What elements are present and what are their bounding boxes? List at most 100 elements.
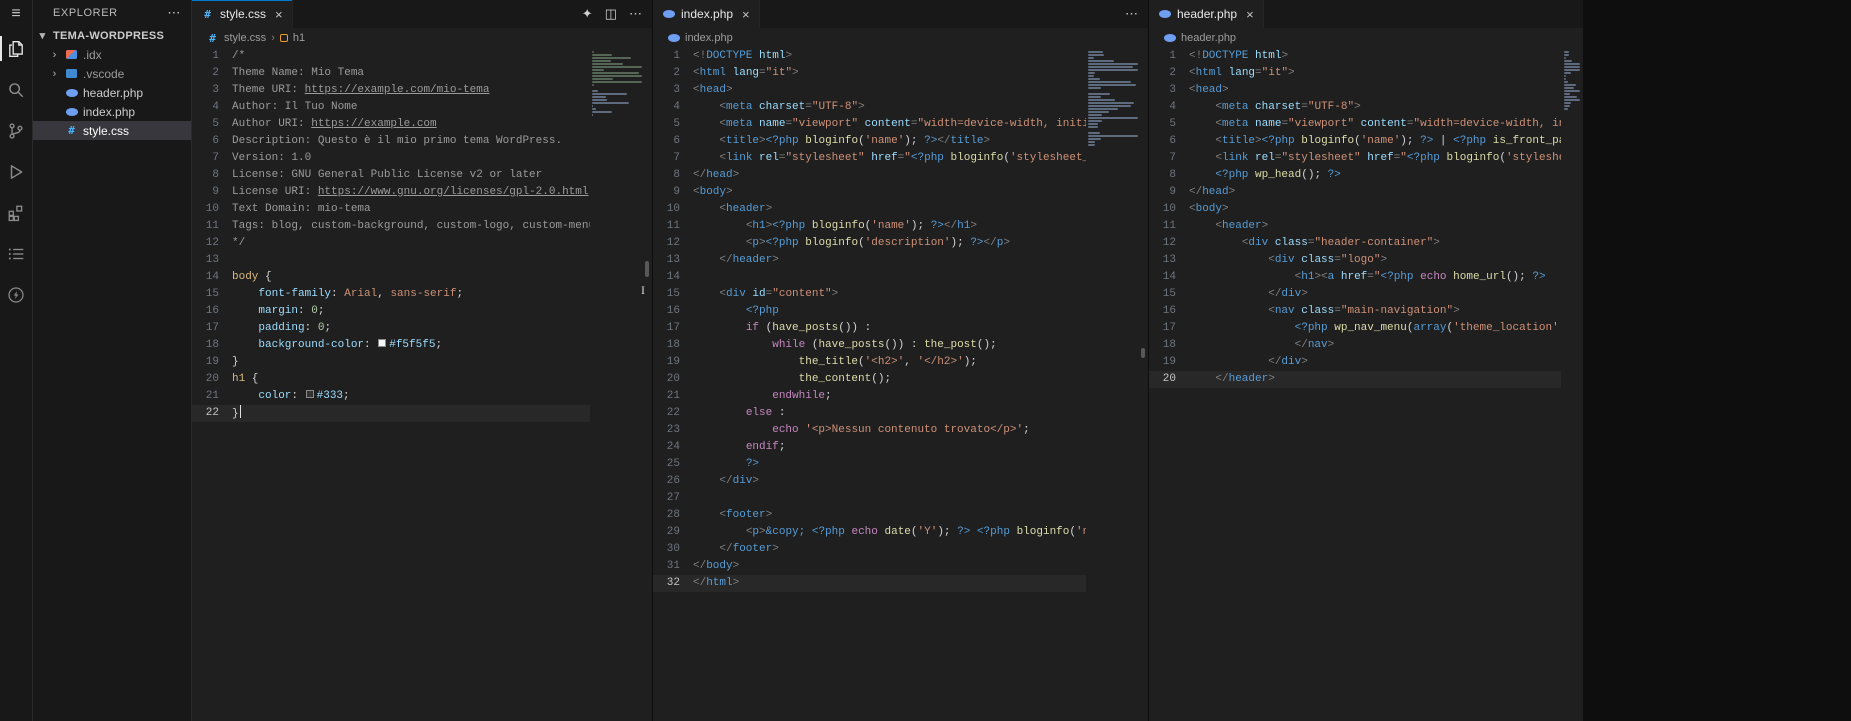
code-line[interactable]: 14 <box>653 269 1086 286</box>
code-line[interactable]: 29 <p>&copy; <?php echo date('Y'); ?> <?… <box>653 524 1086 541</box>
file-row-header.php[interactable]: header.php <box>33 83 191 102</box>
code-line[interactable]: 3 <head> <box>653 82 1086 99</box>
code-line[interactable]: 12 */ <box>192 235 590 252</box>
code-line[interactable]: 9 License URI: https://www.gnu.org/licens… <box>192 184 590 201</box>
code-line[interactable]: 2 Theme Name: Mio Tema <box>192 65 590 82</box>
code-line[interactable]: 1 <!DOCTYPE html> <box>1149 48 1561 65</box>
menu-icon[interactable]: ≡ <box>0 0 32 28</box>
code-line[interactable]: 10 <header> <box>653 201 1086 218</box>
code-line[interactable]: 14 <h1><a href="<?php echo home_url(); ?… <box>1149 269 1561 286</box>
file-row-index.php[interactable]: index.php <box>33 102 191 121</box>
folder-row-.idx[interactable]: › .idx <box>33 45 191 64</box>
code-line[interactable]: 18 while (have_posts()) : the_post(); <box>653 337 1086 354</box>
code-line[interactable]: 28 <footer> <box>653 507 1086 524</box>
minimap[interactable] <box>1088 48 1138 147</box>
code-line[interactable]: 9 <body> <box>653 184 1086 201</box>
code-area[interactable]: 1/* 2 Theme Name: Mio Tema 3 Theme URI: http… <box>192 48 590 721</box>
code-line[interactable]: 31 </body> <box>653 558 1086 575</box>
code-line[interactable]: 19} <box>192 354 590 371</box>
editor-style-css[interactable]: 1/* 2 Theme Name: Mio Tema 3 Theme URI: http… <box>192 48 652 721</box>
code-line[interactable]: 3 <head> <box>1149 82 1561 99</box>
sparkle-icon[interactable]: ✦ <box>582 6 593 22</box>
code-line[interactable]: 16 <nav class="main-navigation"> <box>1149 303 1561 320</box>
code-line[interactable]: 18 background-color: #f5f5f5; <box>192 337 590 354</box>
file-row-style.css[interactable]: # style.css <box>33 121 191 140</box>
explorer-icon[interactable] <box>0 28 32 69</box>
more-actions-icon[interactable]: ⋯ <box>629 6 642 22</box>
minimap[interactable] <box>592 48 642 117</box>
code-line[interactable]: 24 endif; <box>653 439 1086 456</box>
minimap[interactable] <box>1564 48 1580 111</box>
breadcrumb-1[interactable]: # style.css › h1 <box>192 28 652 48</box>
code-line[interactable]: 10 <body> <box>1149 201 1561 218</box>
code-line[interactable]: 5 <meta name="viewport" content="width=d… <box>1149 116 1561 133</box>
code-line[interactable]: 23 echo '<p>Nessun contenuto trovato</p>… <box>653 422 1086 439</box>
code-line[interactable]: 5 Author URI: https://example.com <box>192 116 590 133</box>
folder-row-.vscode[interactable]: › .vscode <box>33 64 191 83</box>
code-line[interactable]: 21 color: #333; <box>192 388 590 405</box>
breadcrumb-file[interactable]: style.css <box>224 32 266 44</box>
tab-header-php[interactable]: header.php × <box>1149 0 1264 28</box>
code-line[interactable]: 17 if (have_posts()) : <box>653 320 1086 337</box>
code-line[interactable]: 1/* <box>192 48 590 65</box>
tab-style-css[interactable]: # style.css × <box>192 0 293 28</box>
code-line[interactable]: 15 <div id="content"> <box>653 286 1086 303</box>
breadcrumb-2[interactable]: index.php <box>653 28 1148 48</box>
breadcrumb-symbol[interactable]: h1 <box>293 32 305 44</box>
breadcrumb-file[interactable]: header.php <box>1181 32 1236 44</box>
output-list-icon[interactable] <box>0 233 32 274</box>
code-line[interactable]: 2 <html lang="it"> <box>1149 65 1561 82</box>
code-line[interactable]: 3 Theme URI: https://example.com/mio-tema <box>192 82 590 99</box>
code-line[interactable]: 2 <html lang="it"> <box>653 65 1086 82</box>
code-line[interactable]: 6 <title><?php bloginfo('name'); ?> | <?… <box>1149 133 1561 150</box>
code-line[interactable]: 20 h1 { <box>192 371 590 388</box>
code-line[interactable]: 17 padding: 0; <box>192 320 590 337</box>
code-line[interactable]: 4 Author: Il Tuo Nome <box>192 99 590 116</box>
close-icon[interactable]: × <box>742 8 750 21</box>
code-line[interactable]: 8 <?php wp_head(); ?> <box>1149 167 1561 184</box>
code-line[interactable]: 7 <link rel="stylesheet" href="<?php blo… <box>653 150 1086 167</box>
scrollbar-thumb[interactable] <box>645 261 649 277</box>
code-line[interactable]: 22 else : <box>653 405 1086 422</box>
flash-icon[interactable] <box>0 274 32 315</box>
code-line[interactable]: 11 <h1><?php bloginfo('name'); ?></h1> <box>653 218 1086 235</box>
editor-index-php[interactable]: 1 <!DOCTYPE html> 2 <html lang="it"> 3 <head>… <box>653 48 1148 721</box>
code-line[interactable]: 32 </html> <box>653 575 1086 592</box>
code-line[interactable]: 15 </div> <box>1149 286 1561 303</box>
code-line[interactable]: 19 </div> <box>1149 354 1561 371</box>
tab-index-php[interactable]: index.php × <box>653 0 760 28</box>
code-line[interactable]: 27 <box>653 490 1086 507</box>
code-line[interactable]: 30 </footer> <box>653 541 1086 558</box>
more-actions-icon[interactable]: ⋯ <box>167 5 181 21</box>
editor-header-php[interactable]: 1 <!DOCTYPE html> 2 <html lang="it"> 3 <head>… <box>1149 48 1583 721</box>
breadcrumb-3[interactable]: header.php <box>1149 28 1583 48</box>
code-line[interactable]: 16 margin: 0; <box>192 303 590 320</box>
close-icon[interactable]: × <box>1246 8 1254 21</box>
code-line[interactable]: 13 </header> <box>653 252 1086 269</box>
code-line[interactable]: 13 <box>192 252 590 269</box>
search-icon[interactable] <box>0 69 32 110</box>
code-line[interactable]: 22} <box>192 405 590 422</box>
code-line[interactable]: 12 <p><?php bloginfo('description'); ?><… <box>653 235 1086 252</box>
code-line[interactable]: 17 <?php wp_nav_menu(array('theme_locati… <box>1149 320 1561 337</box>
folder-row-root[interactable]: ▾ TEMA-WORDPRESS <box>33 26 191 45</box>
code-line[interactable]: 20 the_content(); <box>653 371 1086 388</box>
breadcrumb-file[interactable]: index.php <box>685 32 733 44</box>
code-line[interactable]: 7 Version: 1.0 <box>192 150 590 167</box>
code-line[interactable]: 1 <!DOCTYPE html> <box>653 48 1086 65</box>
code-line[interactable]: 8 </head> <box>653 167 1086 184</box>
split-editor-icon[interactable]: ◫ <box>605 6 617 22</box>
run-debug-icon[interactable] <box>0 151 32 192</box>
code-line[interactable]: 21 endwhile; <box>653 388 1086 405</box>
code-line[interactable]: 14 body { <box>192 269 590 286</box>
code-line[interactable]: 20 </header> <box>1149 371 1561 388</box>
code-line[interactable]: 9 </head> <box>1149 184 1561 201</box>
code-line[interactable]: 6 Description: Questo è il mio primo tema… <box>192 133 590 150</box>
more-actions-icon[interactable]: ⋯ <box>1125 6 1138 22</box>
code-line[interactable]: 13 <div class="logo"> <box>1149 252 1561 269</box>
code-line[interactable]: 10 Text Domain: mio-tema <box>192 201 590 218</box>
code-line[interactable]: 8 License: GNU General Public License v2 … <box>192 167 590 184</box>
code-line[interactable]: 4 <meta charset="UTF-8"> <box>653 99 1086 116</box>
code-line[interactable]: 18 </nav> <box>1149 337 1561 354</box>
code-line[interactable]: 16 <?php <box>653 303 1086 320</box>
